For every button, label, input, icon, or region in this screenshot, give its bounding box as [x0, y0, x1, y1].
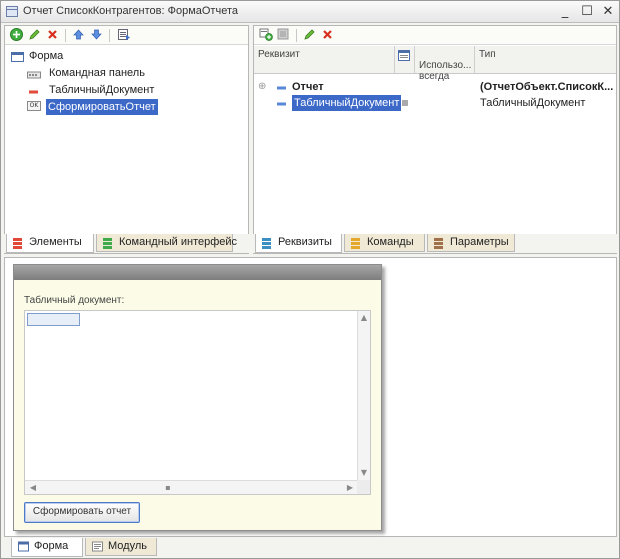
elements-tabs: Элементы Командный интерфейс	[4, 234, 249, 253]
column-header-used-always[interactable]: Использо... всегда	[415, 46, 475, 82]
spreadsheet-selected-cell[interactable]	[27, 313, 80, 326]
edit-icon[interactable]	[302, 28, 317, 43]
tab-attributes[interactable]: Реквизиты	[255, 234, 342, 253]
tab-label: Форма	[34, 540, 69, 552]
properties-icon[interactable]	[116, 28, 131, 43]
attribute-type: (ОтчетОбъект.СписокК...	[480, 81, 614, 93]
window-icon	[6, 6, 18, 17]
tab-form[interactable]: Форма	[11, 538, 83, 557]
tab-label: Параметры	[450, 236, 509, 248]
column-header-view[interactable]	[395, 46, 415, 74]
form-tab-icon	[18, 541, 29, 553]
form-preview[interactable]: Табличный документ: ▲ ▼ ◀ ▪ ▶ Сформирова…	[13, 264, 382, 531]
ok-button-icon: OK	[27, 101, 41, 111]
form-icon	[11, 51, 24, 67]
add-icon[interactable]	[9, 28, 24, 43]
tab-label: Команды	[367, 236, 414, 248]
column-view-icon	[398, 50, 410, 61]
elements-pane: Форма Командная панель ТабличныйДокумент…	[4, 25, 249, 254]
tab-label: Реквизиты	[278, 236, 332, 248]
parameters-tab-icon	[434, 237, 444, 249]
expand-icon[interactable]: ⊕	[258, 79, 266, 95]
spreadsheet-field[interactable]: ▲ ▼ ◀ ▪ ▶	[24, 310, 371, 495]
toolbar-separator	[65, 29, 66, 42]
tree-item-label: Форма	[29, 50, 64, 62]
add-attribute-icon[interactable]	[258, 28, 273, 43]
table-row[interactable]: ⊕ Отчет (ОтчетОбъект.СписокК...	[258, 79, 614, 95]
tab-module[interactable]: Модуль	[85, 538, 157, 556]
title-bar[interactable]: Отчет СписокКонтрагентов: ФормаОтчета _ …	[1, 1, 619, 23]
elements-tab-icon	[13, 237, 23, 249]
toolbar-separator	[109, 29, 110, 42]
attributes-toolbar	[254, 26, 616, 45]
attributes-tabs: Реквизиты Команды Параметры	[253, 234, 617, 253]
spreadsheet-field-icon	[27, 85, 41, 101]
column-header-label: Тип	[479, 49, 496, 60]
scroll-down-icon[interactable]: ▼	[358, 468, 370, 478]
elements-toolbar	[5, 26, 248, 45]
window-title: Отчет СписокКонтрагентов: ФормаОтчета	[23, 5, 238, 17]
generate-report-button[interactable]: Сформировать отчет	[24, 502, 140, 523]
tab-elements[interactable]: Элементы	[6, 234, 94, 253]
ok-badge: OK	[27, 101, 41, 111]
attribute-name: ТабличныйДокумент	[292, 95, 402, 111]
attributes-pane: Реквизит Использо... всегда Тип ⊕ Отчет …	[253, 25, 617, 254]
toolbar-separator	[296, 29, 297, 42]
scroll-right-icon[interactable]: ▶	[344, 483, 356, 493]
command-interface-tab-icon	[103, 237, 113, 249]
vertical-scrollbar[interactable]: ▲ ▼	[357, 311, 370, 480]
column-header-attribute[interactable]: Реквизит	[254, 46, 395, 74]
maximize-button[interactable]: ☐	[578, 3, 596, 20]
designer-mode-tabs: Форма Модуль	[4, 538, 617, 557]
column-header-type[interactable]: Тип	[475, 46, 616, 74]
scroll-position-icon: ▪	[165, 483, 171, 492]
minimize-button[interactable]: _	[556, 3, 574, 20]
commands-tab-icon	[351, 237, 361, 249]
tab-label: Элементы	[29, 236, 82, 248]
close-button[interactable]: ✕	[599, 3, 617, 20]
tab-label: Командный интерфейс	[119, 236, 238, 248]
tree-item-label: СформироватьОтчет	[46, 99, 158, 115]
delete-icon[interactable]	[45, 28, 60, 43]
command-panel-icon	[27, 68, 41, 84]
edit-icon[interactable]	[27, 28, 42, 43]
horizontal-scrollbar[interactable]: ◀ ▪ ▶	[25, 480, 358, 494]
tree-item-label: ТабличныйДокумент	[49, 84, 155, 96]
designer-window: Отчет СписокКонтрагентов: ФормаОтчета _ …	[0, 0, 620, 559]
move-down-icon[interactable]	[89, 28, 104, 43]
scroll-left-icon[interactable]: ◀	[27, 483, 39, 493]
scrollbar-corner	[357, 480, 370, 494]
used-always-checkbox[interactable]	[402, 100, 408, 106]
attribute-name: Отчет	[292, 81, 324, 93]
form-designer-area: Табличный документ: ▲ ▼ ◀ ▪ ▶ Сформирова…	[4, 257, 617, 537]
module-tab-icon	[92, 541, 103, 553]
tree-item-label: Командная панель	[49, 67, 145, 79]
form-preview-header	[14, 265, 381, 280]
tab-commands[interactable]: Команды	[344, 234, 425, 252]
tab-label: Модуль	[108, 540, 147, 552]
attributes-tab-icon	[262, 237, 272, 249]
tab-parameters[interactable]: Параметры	[427, 234, 515, 252]
spreadsheet-field-label: Табличный документ:	[24, 295, 125, 306]
attribute-icon	[277, 97, 287, 113]
table-row[interactable]: ТабличныйДокумент ТабличныйДокумент	[258, 95, 614, 111]
tab-command-interface[interactable]: Командный интерфейс	[96, 234, 237, 252]
scroll-up-icon[interactable]: ▲	[358, 313, 370, 323]
attribute-type: ТабличныйДокумент	[480, 97, 586, 109]
column-header-label: Реквизит	[258, 49, 300, 60]
delete-icon[interactable]	[320, 28, 335, 43]
attributes-grid-header: Реквизит Использо... всегда Тип	[254, 46, 616, 82]
move-up-icon[interactable]	[71, 28, 86, 43]
add-column-icon[interactable]	[276, 28, 291, 43]
